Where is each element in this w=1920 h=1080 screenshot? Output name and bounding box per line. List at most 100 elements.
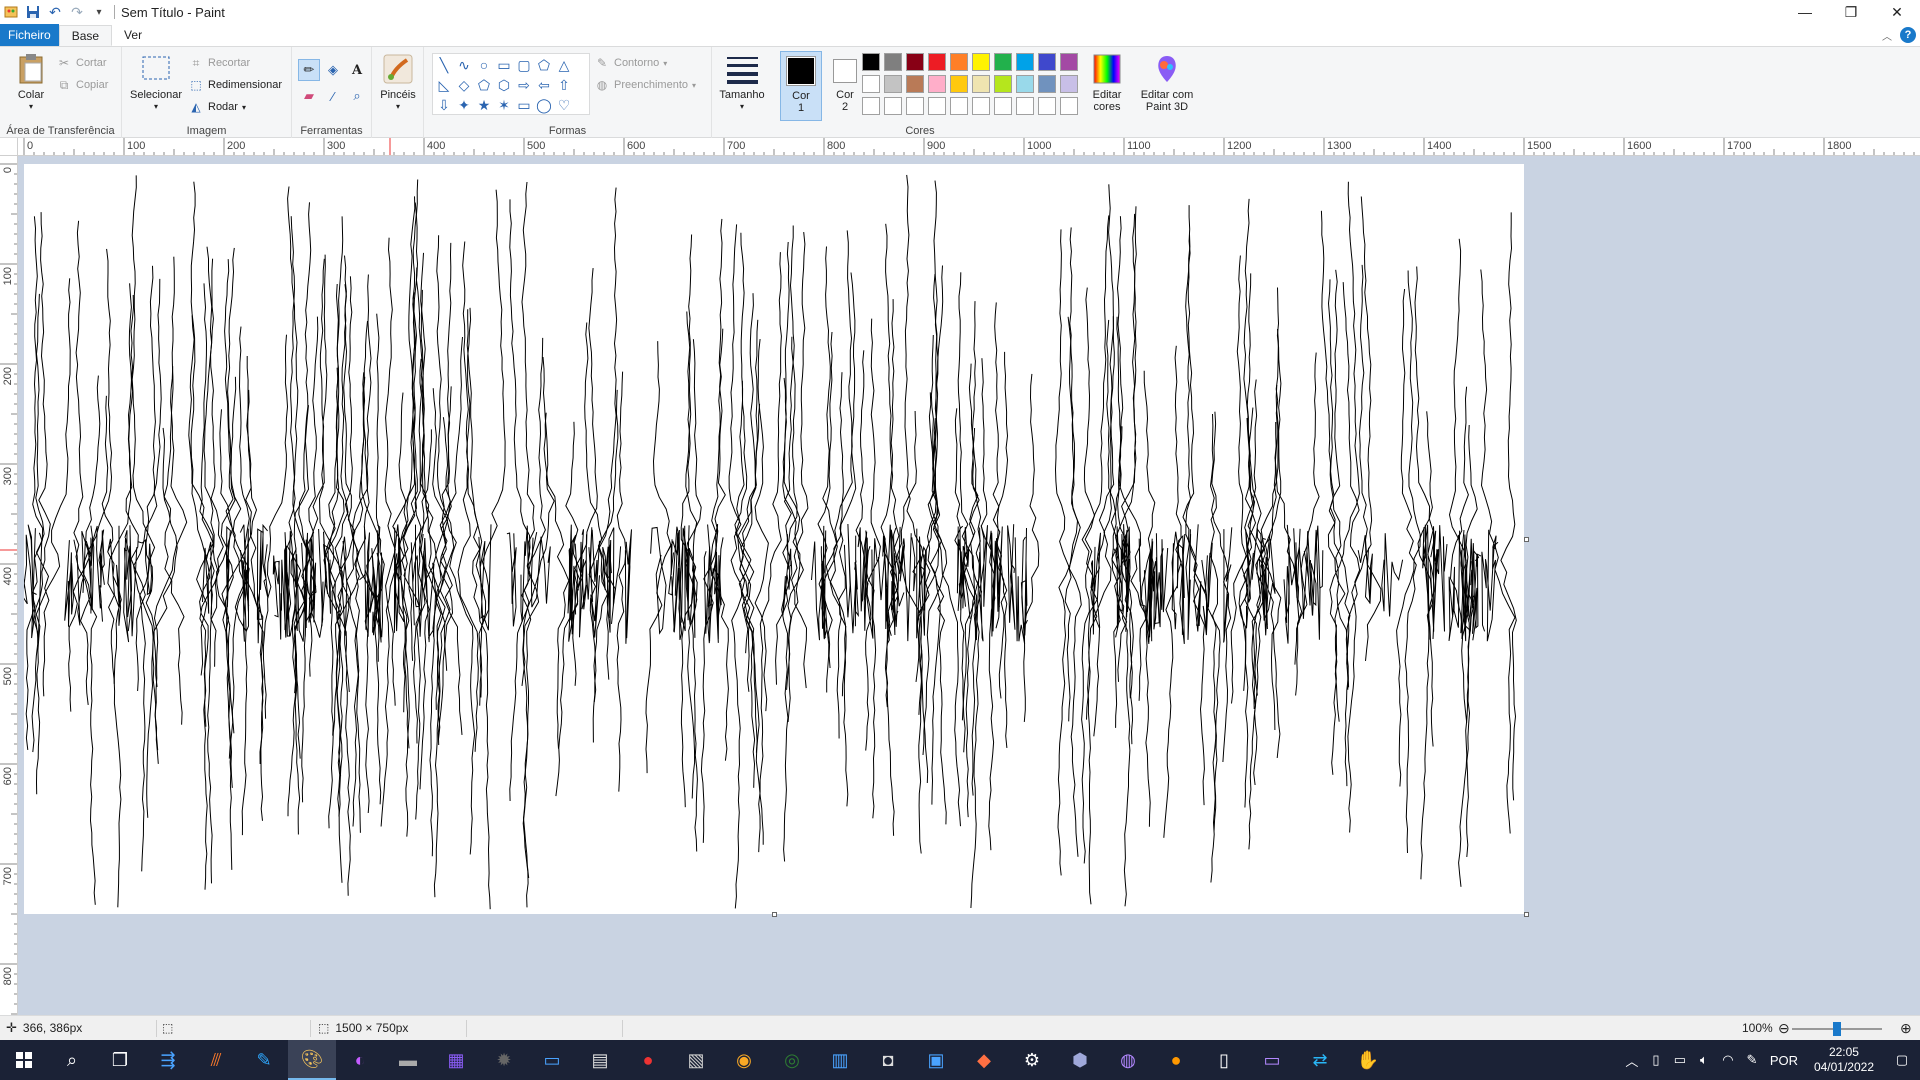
app-icon-6[interactable]: ▬ xyxy=(384,1040,432,1080)
app-icon-15[interactable]: ▥ xyxy=(816,1040,864,1080)
shape-tool-icon[interactable]: ★ xyxy=(475,96,493,114)
color2-button[interactable]: Cor 2 xyxy=(824,51,866,121)
eraser-icon[interactable]: ▰ xyxy=(298,85,320,107)
start-windows-icon[interactable] xyxy=(0,1040,48,1080)
outline-button[interactable]: ✎ Contorno ▾ xyxy=(594,53,667,73)
tab-view[interactable]: Ver xyxy=(112,24,154,46)
resize-button[interactable]: ⬚ Redimensionar xyxy=(188,75,282,95)
paste-dropdown-icon[interactable]: ▾ xyxy=(29,101,33,113)
color-swatch[interactable] xyxy=(994,53,1012,71)
app-icon-14[interactable]: ◎ xyxy=(768,1040,816,1080)
redo-icon[interactable]: ↷ xyxy=(68,3,86,21)
color-swatch[interactable] xyxy=(994,75,1012,93)
color-swatch[interactable] xyxy=(950,53,968,71)
resize-handle-corner[interactable] xyxy=(1524,912,1529,917)
app-icon-9[interactable]: ▭ xyxy=(528,1040,576,1080)
shape-tool-icon[interactable]: ◺ xyxy=(435,76,453,94)
show-hidden-icons[interactable]: ︿ xyxy=(1620,1051,1644,1070)
app-icon-26[interactable]: ✋ xyxy=(1344,1040,1392,1080)
paint-taskbar-icon[interactable]: 🎨︎ xyxy=(288,1040,336,1080)
color-swatch[interactable] xyxy=(972,75,990,93)
magnifier-icon[interactable]: ⌕ xyxy=(346,85,368,107)
color-swatch[interactable] xyxy=(1060,53,1078,71)
shape-tool-icon[interactable]: ▭ xyxy=(495,56,513,74)
app-icon-17[interactable]: ▣ xyxy=(912,1040,960,1080)
shape-tool-icon[interactable]: ✶ xyxy=(495,96,513,114)
pencil-tool-icon[interactable]: ✏ xyxy=(298,59,320,81)
color-swatch[interactable] xyxy=(906,97,924,115)
shape-tool-icon[interactable]: ⇧ xyxy=(555,76,573,94)
color-swatch[interactable] xyxy=(1038,97,1056,115)
cut-button[interactable]: ✂ Cortar xyxy=(56,53,107,73)
zoom-in-button[interactable]: ⊕ xyxy=(1900,1016,1912,1041)
usb-icon[interactable]: ▯ xyxy=(1644,1052,1668,1068)
volume-icon[interactable]: 🔈︎ xyxy=(1692,1052,1716,1068)
color-swatch[interactable] xyxy=(928,53,946,71)
color-swatch[interactable] xyxy=(1016,53,1034,71)
shape-tool-icon[interactable]: ✦ xyxy=(455,96,473,114)
edit-colors-button[interactable]: Editar cores xyxy=(1084,53,1130,113)
size-button[interactable]: Tamanho ▾ xyxy=(716,53,768,113)
color-swatch[interactable] xyxy=(884,97,902,115)
color-swatch[interactable] xyxy=(972,53,990,71)
settings-gear-icon[interactable]: ⚙ xyxy=(1008,1040,1056,1080)
tab-file[interactable]: Ficheiro xyxy=(0,24,59,46)
zoom-slider[interactable] xyxy=(1792,1022,1882,1036)
language-indicator[interactable]: POR xyxy=(1764,1053,1804,1068)
github-icon[interactable]: ◍ xyxy=(1104,1040,1152,1080)
app-icon-22[interactable]: ● xyxy=(1152,1040,1200,1080)
shape-tool-icon[interactable]: ◯ xyxy=(535,96,553,114)
color-swatch[interactable] xyxy=(862,75,880,93)
paste-button[interactable]: Colar ▾ xyxy=(8,53,54,113)
color-swatch[interactable] xyxy=(928,97,946,115)
color-swatch[interactable] xyxy=(950,97,968,115)
maximize-button[interactable]: ❐ xyxy=(1828,0,1874,24)
collapse-ribbon-icon[interactable]: ︿ xyxy=(1882,28,1892,43)
color-swatch[interactable] xyxy=(1016,97,1034,115)
app-icon-25[interactable]: ⇄ xyxy=(1296,1040,1344,1080)
app-icon-24[interactable]: ▭ xyxy=(1248,1040,1296,1080)
drawing-canvas[interactable] xyxy=(24,164,1524,914)
color-swatch[interactable] xyxy=(862,53,880,71)
app-icon-12[interactable]: ▧ xyxy=(672,1040,720,1080)
select-dropdown-icon[interactable]: ▾ xyxy=(154,101,158,113)
tab-home[interactable]: Base xyxy=(58,25,113,46)
color-swatch[interactable] xyxy=(906,75,924,93)
crop-button[interactable]: ⌗ Recortar xyxy=(188,53,251,73)
fill-button[interactable]: ◍ Preenchimento ▾ xyxy=(594,75,696,95)
shape-tool-icon[interactable]: ⇨ xyxy=(515,76,533,94)
app-icon-13[interactable]: ◉ xyxy=(720,1040,768,1080)
color-swatch[interactable] xyxy=(1038,75,1056,93)
rotate-button[interactable]: ◭ Rodar ▾ xyxy=(188,97,246,117)
brushes-button[interactable]: Pincéis ▾ xyxy=(376,53,420,113)
color-swatch[interactable] xyxy=(1060,75,1078,93)
app-icon-18[interactable]: ◆ xyxy=(960,1040,1008,1080)
app-icon-8[interactable]: ✹ xyxy=(480,1040,528,1080)
app-icon-1[interactable]: ⇶ xyxy=(144,1040,192,1080)
shape-tool-icon[interactable]: ▢ xyxy=(515,56,533,74)
shape-tool-icon[interactable]: ⇩ xyxy=(435,96,453,114)
app-icon-10[interactable]: ▤ xyxy=(576,1040,624,1080)
shape-tool-icon[interactable]: ∿ xyxy=(455,56,473,74)
app-icon-2[interactable]: ⫻ xyxy=(192,1040,240,1080)
color-swatch[interactable] xyxy=(972,97,990,115)
color-swatch[interactable] xyxy=(928,75,946,93)
resize-handle-bottom[interactable] xyxy=(772,912,777,917)
color1-button[interactable]: Cor 1 xyxy=(780,51,822,121)
shape-tool-icon[interactable]: ○ xyxy=(475,56,493,74)
color-swatch[interactable] xyxy=(950,75,968,93)
shape-tool-icon[interactable]: ◇ xyxy=(455,76,473,94)
customize-qat-icon[interactable]: ▾ xyxy=(90,3,108,21)
color-swatch[interactable] xyxy=(884,75,902,93)
save-icon[interactable] xyxy=(24,3,42,21)
color-swatch[interactable] xyxy=(1016,75,1034,93)
edit-with-paint3d-button[interactable]: Editar com Paint 3D xyxy=(1134,53,1200,113)
copy-button[interactable]: ⧉ Copiar xyxy=(56,75,109,95)
zoom-thumb[interactable] xyxy=(1833,1022,1841,1036)
color-swatch[interactable] xyxy=(1060,97,1078,115)
color-swatch[interactable] xyxy=(994,97,1012,115)
app-icon-7[interactable]: ▦ xyxy=(432,1040,480,1080)
color-swatch[interactable] xyxy=(884,53,902,71)
shape-tool-icon[interactable]: ▭ xyxy=(515,96,533,114)
color-picker-icon[interactable]: ⁄ xyxy=(322,85,344,107)
